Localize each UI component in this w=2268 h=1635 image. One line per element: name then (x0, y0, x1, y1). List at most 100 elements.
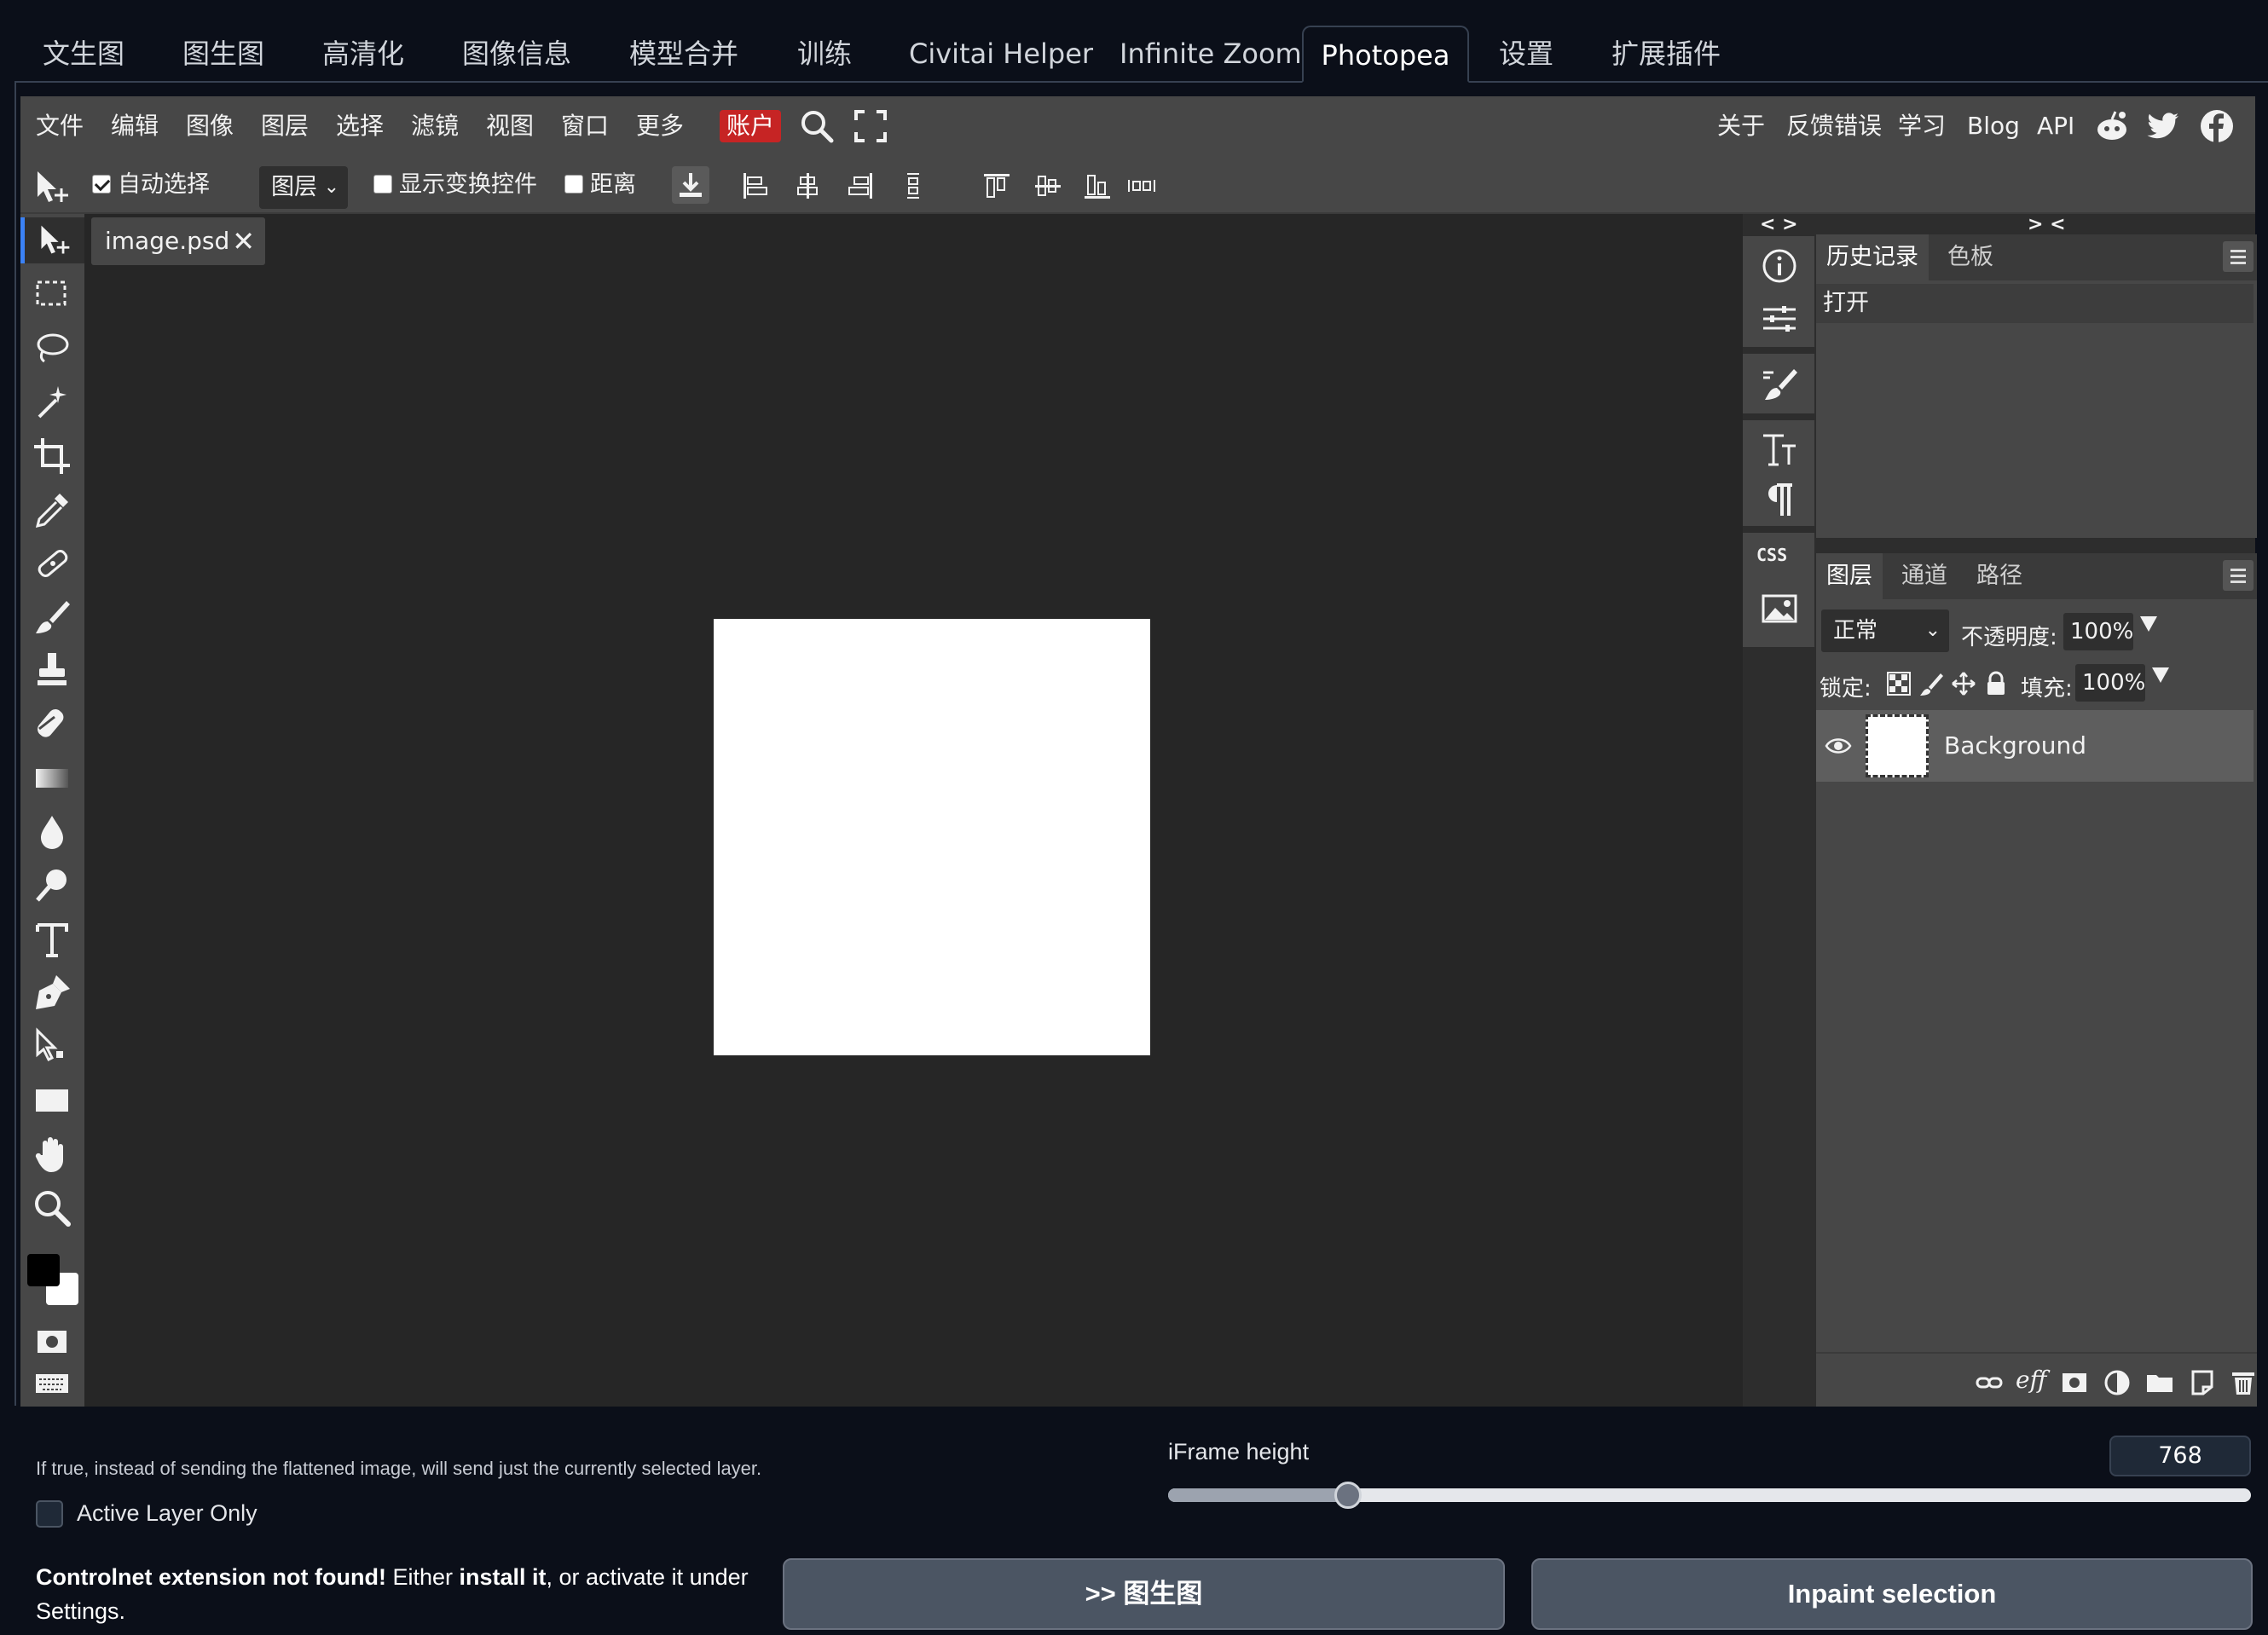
menu-view[interactable]: 视图 (486, 110, 534, 142)
magic-wand-icon[interactable] (31, 381, 73, 424)
tab-img2img[interactable]: 图生图 (182, 26, 264, 83)
layer-row[interactable]: Background (1816, 710, 2254, 782)
install-link[interactable]: install it (460, 1564, 547, 1590)
panel-menu-icon[interactable] (2223, 560, 2254, 591)
dodge-icon[interactable] (31, 864, 73, 907)
tool-move[interactable] (20, 217, 84, 263)
menu-image[interactable]: 图像 (186, 110, 234, 142)
color-swatches[interactable] (24, 1251, 84, 1310)
canvas-area[interactable]: image.psd ✕ (84, 214, 1743, 1407)
mask-icon[interactable] (2060, 1368, 2089, 1397)
path-select-icon[interactable] (31, 1025, 73, 1068)
twitter-icon[interactable] (2144, 107, 2184, 146)
new-layer-icon[interactable] (2188, 1368, 2217, 1397)
align-left-icon[interactable] (738, 170, 771, 202)
iframe-height-slider[interactable] (1168, 1482, 2251, 1509)
foreground-color-swatch[interactable] (27, 1254, 60, 1286)
tab-settings[interactable]: 设置 (1499, 26, 1553, 83)
tab-history[interactable]: 历史记录 (1816, 234, 1929, 280)
hand-icon[interactable] (31, 1133, 73, 1176)
menu-select[interactable]: 选择 (336, 110, 384, 142)
folder-icon[interactable] (2145, 1368, 2174, 1397)
history-item[interactable]: 打开 (1816, 284, 2254, 323)
search-icon[interactable] (797, 107, 836, 146)
tab-swatches[interactable]: 色板 (1937, 234, 2004, 280)
fill-input[interactable]: 100% (2075, 664, 2145, 702)
link-icon[interactable] (1975, 1368, 2004, 1397)
distance-checkbox[interactable] (564, 174, 583, 194)
tab-train[interactable]: 训练 (797, 26, 852, 83)
lock-transparency-icon[interactable] (1886, 671, 1912, 696)
close-icon[interactable]: ✕ (232, 217, 255, 265)
brush-icon[interactable] (31, 596, 73, 638)
align-center-icon[interactable] (791, 170, 824, 202)
menu-feedback[interactable]: 反馈错误 (1786, 110, 1882, 142)
healing-brush-icon[interactable] (31, 542, 73, 585)
adjustments-icon[interactable] (1760, 299, 1799, 338)
collapse-right-icon[interactable]: > < (2028, 214, 2066, 235)
text-icon[interactable] (31, 918, 73, 961)
lock-position-icon[interactable] (1951, 671, 1976, 696)
blend-mode-select[interactable]: 正常 ⌄ (1821, 610, 1949, 652)
download-icon[interactable] (672, 166, 709, 204)
layer-select-dropdown[interactable]: 图层 ⌄ (259, 166, 348, 209)
zoom-icon[interactable] (31, 1187, 73, 1229)
eyedropper-icon[interactable] (31, 488, 73, 531)
slider-thumb[interactable] (1334, 1482, 1362, 1509)
menu-filter[interactable]: 滤镜 (411, 110, 459, 142)
lasso-icon[interactable] (31, 327, 73, 370)
align-middle-icon[interactable] (1032, 170, 1064, 202)
tab-extensions[interactable]: 扩展插件 (1611, 26, 1721, 83)
tab-layers[interactable]: 图层 (1816, 553, 1883, 599)
align-bottom-icon[interactable] (1081, 170, 1114, 202)
menu-more[interactable]: 更多 (636, 110, 684, 142)
delete-icon[interactable] (2229, 1368, 2258, 1397)
brush-settings-icon[interactable] (1760, 364, 1799, 403)
menu-window[interactable]: 窗口 (561, 110, 609, 142)
clone-stamp-icon[interactable] (31, 650, 73, 692)
tab-paths[interactable]: 路径 (1966, 553, 2033, 599)
blur-icon[interactable] (31, 811, 73, 853)
document-tab[interactable]: image.psd ✕ (91, 217, 265, 265)
send-to-img2img-button[interactable]: >> 图生图 (783, 1558, 1505, 1630)
distance-option[interactable]: 距离 (564, 167, 636, 203)
gradient-icon[interactable] (31, 757, 73, 800)
tab-model-merge[interactable]: 模型合并 (629, 26, 738, 83)
tab-channels[interactable]: 通道 (1891, 553, 1958, 599)
css-icon[interactable]: CSS (1756, 545, 1787, 565)
reddit-icon[interactable] (2092, 107, 2132, 146)
move-tool-icon[interactable] (32, 168, 72, 207)
distribute-horizontal-icon[interactable] (1125, 170, 1158, 202)
distribute-vertical-icon[interactable] (897, 170, 929, 202)
layer-name[interactable]: Background (1944, 710, 2086, 782)
opacity-input[interactable]: 100% (2063, 613, 2133, 650)
fullscreen-icon[interactable] (851, 107, 890, 146)
adjustment-layer-icon[interactable] (2103, 1368, 2132, 1397)
quick-mask-icon[interactable] (31, 1320, 73, 1363)
pen-icon[interactable] (31, 972, 73, 1014)
show-transform-option[interactable]: 显示变换控件 (373, 167, 537, 203)
opacity-dropdown-icon[interactable] (2140, 616, 2157, 632)
panel-menu-icon[interactable] (2223, 241, 2254, 272)
fill-dropdown-icon[interactable] (2152, 667, 2169, 683)
tab-infinite-zoom[interactable]: Infinite Zoom (1120, 26, 1302, 83)
menu-blog[interactable]: Blog (1967, 110, 2020, 142)
eraser-icon[interactable] (31, 703, 73, 746)
menu-file[interactable]: 文件 (36, 110, 84, 142)
active-layer-only-checkbox[interactable] (36, 1500, 63, 1528)
tab-image-info[interactable]: 图像信息 (462, 26, 571, 83)
effects-icon[interactable]: eff (2016, 1366, 2046, 1394)
menu-layer[interactable]: 图层 (261, 110, 309, 142)
rectangle-icon[interactable] (31, 1079, 73, 1122)
paragraph-icon[interactable] (1760, 480, 1799, 519)
menu-learn[interactable]: 学习 (1898, 110, 1946, 142)
character-icon[interactable] (1760, 430, 1799, 470)
lock-all-icon[interactable] (1983, 671, 2009, 696)
eye-icon[interactable] (1825, 734, 1852, 758)
tab-txt2img[interactable]: 文生图 (43, 26, 124, 83)
tab-photopea[interactable]: Photopea (1302, 26, 1469, 83)
account-button[interactable]: 账户 (720, 110, 782, 142)
image-icon[interactable] (1760, 589, 1799, 628)
menu-api[interactable]: API (2037, 110, 2074, 142)
crop-icon[interactable] (31, 435, 73, 477)
